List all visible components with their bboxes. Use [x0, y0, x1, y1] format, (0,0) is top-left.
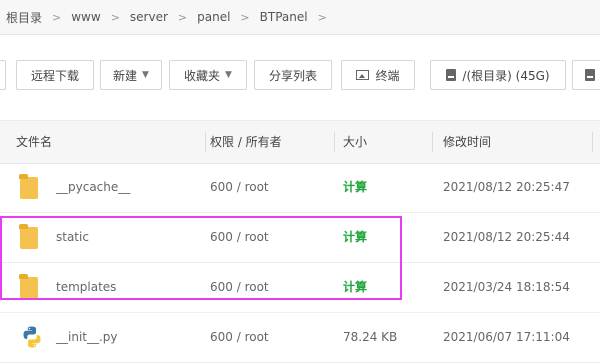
file-size: 78.24 KB — [343, 330, 398, 344]
column-divider — [432, 132, 433, 152]
chevron-down-icon: ▼ — [225, 70, 232, 80]
favorites-label: 收藏夹 — [184, 68, 221, 83]
file-name[interactable]: static — [56, 212, 89, 262]
file-modified-time: 2021/08/12 20:25:47 — [443, 180, 570, 194]
file-name[interactable]: templates — [56, 262, 116, 312]
column-header-label: 修改时间 — [443, 135, 492, 149]
calculate-size-link[interactable]: 计算 — [343, 262, 367, 312]
file-permissions[interactable]: 600 / root — [210, 162, 269, 212]
table-row[interactable]: __pycache__ 600 / root 计算 2021/08/12 20:… — [0, 162, 600, 213]
folder-icon — [19, 274, 38, 299]
chevron-right-icon: > — [177, 10, 188, 24]
folder-icon — [19, 224, 38, 249]
column-header-label: 权限 / 所有者 — [210, 135, 282, 149]
file-toolbar: 远程下载 新建 ▼ 收藏夹 ▼ 分享列表 终端 /(根目录) (45G) — [0, 60, 600, 100]
disk-label: /(根目录) (45G) — [462, 68, 550, 83]
terminal-button[interactable]: 终端 — [341, 60, 415, 90]
column-divider — [592, 132, 593, 152]
column-header-permissions[interactable]: 权限 / 所有者 — [210, 121, 335, 163]
toolbar-button-partial[interactable] — [0, 60, 6, 90]
share-list-button[interactable]: 分享列表 — [254, 60, 332, 90]
calculate-size-link[interactable]: 计算 — [343, 162, 367, 212]
column-header-modified[interactable]: 修改时间 — [443, 121, 593, 163]
breadcrumb-item-root[interactable]: 根目录 > — [0, 9, 61, 26]
column-divider — [205, 132, 206, 152]
new-button[interactable]: 新建 ▼ — [100, 60, 162, 90]
remote-download-label: 远程下载 — [30, 68, 79, 83]
file-permissions[interactable]: 600 / root — [210, 262, 269, 312]
breadcrumb-item-server[interactable]: server > — [120, 10, 187, 24]
column-header-name[interactable]: 文件名 — [16, 121, 206, 163]
new-label: 新建 — [113, 68, 138, 83]
breadcrumb-item-panel[interactable]: panel > — [187, 10, 250, 24]
python-file-icon — [23, 326, 41, 348]
file-modified-time: 2021/06/07 17:11:04 — [443, 330, 570, 344]
disk-icon — [446, 69, 457, 81]
chevron-right-icon: > — [240, 10, 250, 24]
column-divider — [334, 132, 335, 152]
breadcrumb-label: server — [129, 10, 168, 24]
file-table-header: 文件名 权限 / 所有者 大小 修改时间 — [0, 120, 600, 164]
disk-button[interactable]: /(根目录) (45G) — [430, 60, 566, 90]
breadcrumb: 根目录 > www > server > panel > BTPanel > — [0, 0, 600, 35]
column-header-label: 文件名 — [16, 135, 53, 149]
file-name[interactable]: __pycache__ — [56, 162, 130, 212]
breadcrumb-label: panel — [197, 10, 231, 24]
chevron-right-icon: > — [52, 10, 62, 24]
terminal-label: 终端 — [375, 68, 400, 83]
disk-button-partial[interactable] — [572, 60, 600, 90]
table-row[interactable]: __init__.py 600 / root 78.24 KB 2021/06/… — [0, 312, 600, 363]
breadcrumb-label: BTPanel — [259, 10, 308, 24]
file-modified-time: 2021/03/24 18:18:54 — [443, 280, 570, 294]
share-list-label: 分享列表 — [268, 68, 317, 83]
favorites-button[interactable]: 收藏夹 ▼ — [169, 60, 247, 90]
disk-icon — [585, 69, 595, 81]
file-permissions[interactable]: 600 / root — [210, 212, 269, 262]
table-row[interactable]: templates 600 / root 计算 2021/03/24 18:18… — [0, 262, 600, 313]
calculate-size-link[interactable]: 计算 — [343, 212, 367, 262]
file-name[interactable]: __init__.py — [56, 312, 118, 362]
column-header-size[interactable]: 大小 — [343, 121, 433, 163]
remote-download-button[interactable]: 远程下载 — [16, 60, 94, 90]
column-header-label: 大小 — [343, 135, 368, 149]
chevron-right-icon: > — [110, 10, 120, 24]
breadcrumb-item-btpanel[interactable]: BTPanel > — [250, 10, 327, 24]
chevron-right-icon: > — [317, 10, 327, 24]
folder-icon — [19, 174, 38, 199]
table-row[interactable]: static 600 / root 计算 2021/08/12 20:25:44 — [0, 212, 600, 263]
file-modified-time: 2021/08/12 20:25:44 — [443, 230, 570, 244]
terminal-icon — [356, 70, 370, 80]
file-permissions[interactable]: 600 / root — [210, 312, 269, 362]
breadcrumb-label: 根目录 — [6, 10, 43, 25]
breadcrumb-item-www[interactable]: www > — [61, 10, 120, 24]
chevron-down-icon: ▼ — [142, 70, 149, 80]
breadcrumb-label: www — [71, 10, 101, 24]
